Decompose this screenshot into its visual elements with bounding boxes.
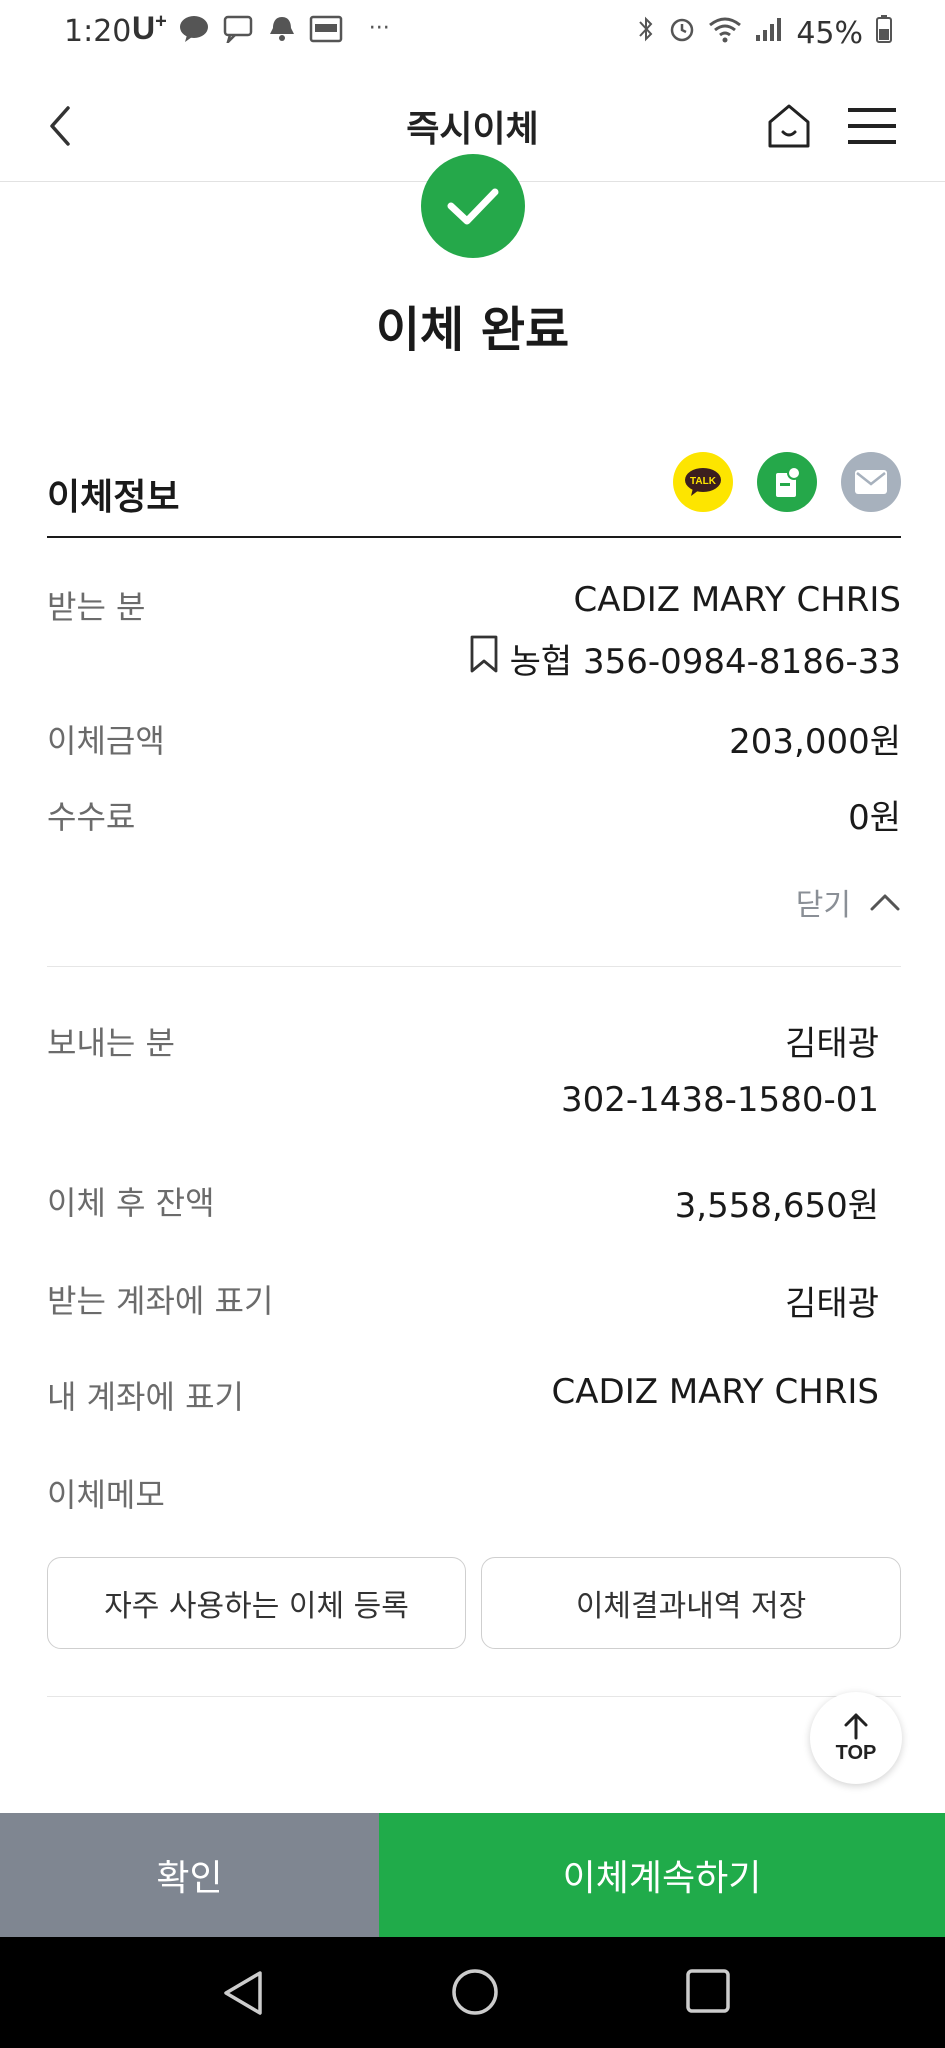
recipient-name: CADIZ MARY CHRIS <box>573 580 901 620</box>
bell-notification-icon <box>265 12 299 46</box>
scroll-top-button[interactable]: TOP <box>810 1692 902 1784</box>
system-navigation-bar <box>0 1937 945 2048</box>
status-time: 1:20 <box>64 14 132 49</box>
payco-notification-icon <box>309 12 343 46</box>
recipient-display-label: 받는 계좌에 표기 <box>47 1282 274 1320</box>
alarm-icon <box>668 15 696 51</box>
more-notifications-icon: ··· <box>368 16 390 41</box>
share-options: TALK <box>673 452 901 512</box>
home-button[interactable] <box>764 100 814 152</box>
amount-value: 203,000원 <box>729 722 901 762</box>
recipient-bank-account: 농협 356-0984-8186-33 <box>509 642 901 682</box>
bottom-action-bar: 확인 이체계속하기 <box>0 1813 945 1937</box>
chevron-up-icon <box>870 894 900 911</box>
continue-transfer-button[interactable]: 이체계속하기 <box>379 1813 945 1937</box>
balance-value: 3,558,650원 <box>674 1186 879 1226</box>
amount-label: 이체금액 <box>47 722 165 760</box>
carrier-logo: U+ <box>132 10 167 46</box>
menu-button[interactable] <box>846 104 898 148</box>
register-favorite-button[interactable]: 자주 사용하는 이체 등록 <box>47 1557 466 1649</box>
message-icon <box>776 466 801 497</box>
divider <box>47 966 901 967</box>
hamburger-menu-icon <box>848 108 896 144</box>
mail-icon <box>855 470 887 494</box>
my-display-label: 내 계좌에 표기 <box>47 1378 244 1416</box>
my-display-value: CADIZ MARY CHRIS <box>551 1372 879 1412</box>
top-label: TOP <box>835 1741 877 1764</box>
bluetooth-icon <box>636 14 656 52</box>
home-icon <box>768 104 810 148</box>
fee-label: 수수료 <box>47 798 136 836</box>
nav-home-icon[interactable] <box>450 1967 500 2017</box>
divider <box>47 1696 901 1697</box>
kakaotalk-share-button[interactable]: TALK <box>673 452 733 512</box>
arrow-up-icon <box>844 1713 868 1739</box>
signal-icon <box>754 15 784 51</box>
section-title: 이체정보 <box>47 477 180 518</box>
status-bar: 1:20 U+ ··· 45% <box>0 0 945 70</box>
kakaotalk-notification-icon <box>177 12 211 46</box>
toggle-label: 닫기 <box>795 888 851 923</box>
wifi-icon <box>708 15 742 51</box>
confirm-button[interactable]: 확인 <box>0 1813 379 1937</box>
battery-icon <box>875 14 893 52</box>
transfer-info-header: 이체정보 TALK <box>47 440 901 538</box>
recipient-display-value: 김태광 <box>785 1284 879 1324</box>
status-left-icons: U+ ··· <box>132 10 390 47</box>
fee-value: 0원 <box>848 798 901 838</box>
balance-label: 이체 후 잔액 <box>47 1184 215 1222</box>
nav-back-icon[interactable] <box>218 1967 270 2019</box>
sms-share-button[interactable] <box>757 452 817 512</box>
memo-label: 이체메모 <box>47 1476 165 1514</box>
email-share-button[interactable] <box>841 452 901 512</box>
sender-account: 302-1438-1580-01 <box>560 1080 879 1120</box>
recipient-label: 받는 분 <box>47 588 146 626</box>
sender-name: 김태광 <box>785 1024 879 1064</box>
details-toggle-button[interactable]: 닫기 <box>796 880 901 924</box>
transfer-complete-title: 이체 완료 <box>375 302 570 358</box>
sender-label: 보내는 분 <box>47 1024 175 1062</box>
message-notification-icon <box>221 12 255 46</box>
nav-recent-apps-icon[interactable] <box>684 1967 732 2015</box>
battery-percent: 45% <box>796 15 863 51</box>
bookmark-icon[interactable] <box>468 634 500 683</box>
kakaotalk-icon: TALK <box>685 468 721 496</box>
save-result-button[interactable]: 이체결과내역 저장 <box>481 1557 901 1649</box>
success-check-icon <box>421 154 525 258</box>
recipient-account: 농협 356-0984-8186-33 <box>468 634 901 683</box>
svg-text:TALK: TALK <box>690 476 717 487</box>
status-right-icons: 45% <box>636 14 893 52</box>
